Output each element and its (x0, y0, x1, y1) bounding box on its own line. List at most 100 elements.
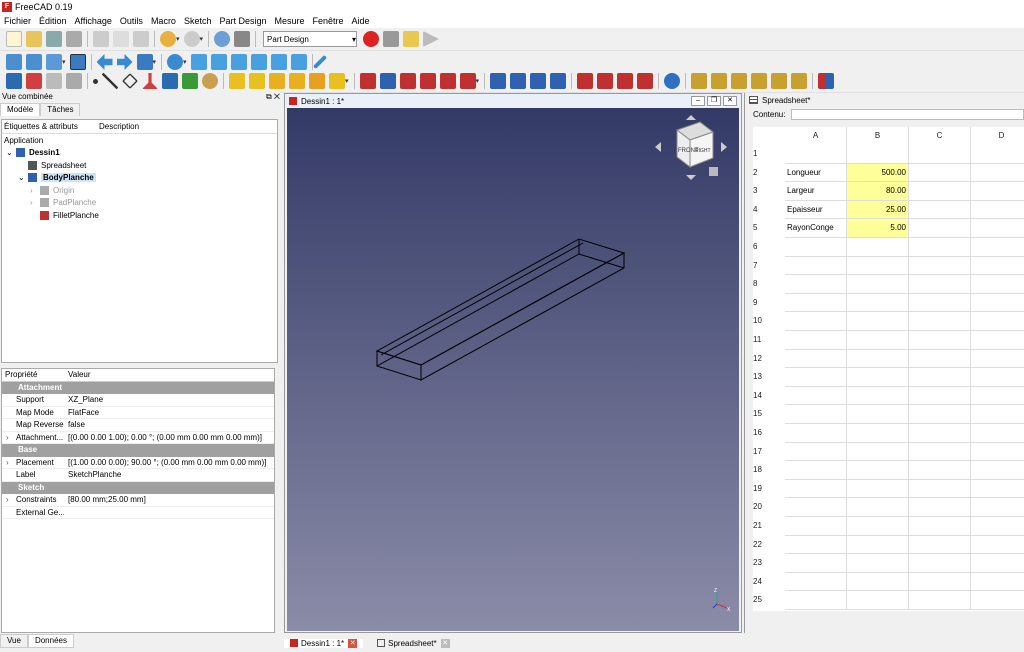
shape-binder-icon[interactable] (162, 73, 178, 89)
spreadsheet-cell[interactable] (971, 480, 1024, 499)
spreadsheet-style-icon[interactable] (791, 73, 808, 89)
panel-float-close-icons[interactable]: ⧉ ✕ (266, 92, 280, 103)
spreadsheet-cell[interactable] (909, 479, 971, 499)
datum-plane-icon[interactable] (122, 73, 138, 89)
property-value[interactable]: [(1.00 0.00 0.00); 90.00 °; (0.00 mm 0.0… (64, 458, 274, 467)
spreadsheet-cell[interactable] (909, 461, 971, 480)
property-value[interactable]: false (64, 420, 274, 429)
menu-item[interactable]: Édition (35, 16, 71, 26)
spreadsheet-cell[interactable] (785, 591, 847, 610)
spreadsheet-cell[interactable] (785, 442, 847, 462)
row-header[interactable]: 24 (753, 573, 763, 592)
spreadsheet-cell[interactable]: Longueur (785, 163, 847, 183)
spreadsheet-cell[interactable] (847, 312, 909, 331)
property-group[interactable]: Attachment (2, 381, 274, 394)
helix-icon[interactable] (309, 73, 325, 89)
forward-arrow-icon[interactable] (116, 54, 133, 70)
spreadsheet-cell[interactable] (971, 368, 1024, 387)
spreadsheet-cell[interactable] (909, 517, 971, 536)
chamfer-icon[interactable] (597, 73, 614, 89)
menu-item[interactable]: Part Design (215, 16, 270, 26)
menu-item[interactable]: Affichage (71, 16, 116, 26)
macro-record-icon[interactable] (363, 31, 380, 47)
spreadsheet-cell[interactable] (971, 201, 1024, 220)
spreadsheet-cell[interactable] (909, 349, 971, 369)
property-value[interactable]: [80.00 mm;25.00 mm] (64, 495, 274, 504)
spreadsheet-cell[interactable] (909, 554, 971, 573)
spreadsheet-merge-icon[interactable] (731, 73, 748, 89)
row-header[interactable]: 16 (753, 424, 763, 443)
boolean-icon[interactable] (664, 73, 681, 89)
spreadsheet-cell[interactable] (847, 517, 909, 536)
fillet-icon[interactable] (577, 73, 594, 89)
property-row[interactable]: › Constraints [80.00 mm;25.00 mm] (2, 494, 274, 507)
spreadsheet-cell[interactable] (847, 368, 909, 387)
spreadsheet-cell[interactable] (971, 554, 1024, 573)
subtractive-primitive-icon[interactable] (459, 73, 476, 89)
menu-item[interactable]: Sketch (180, 16, 216, 26)
spreadsheet-cell[interactable]: 5.00 (847, 219, 909, 238)
row-header[interactable]: 21 (753, 517, 763, 536)
tree-item[interactable]: ⌄ Dessin1 (2, 147, 277, 160)
expand-chevron-icon[interactable]: ⌄ (6, 148, 14, 157)
row-header[interactable]: 10 (753, 312, 763, 331)
spreadsheet-align-icon[interactable] (771, 73, 788, 89)
menu-item[interactable]: Mesure (271, 16, 309, 26)
spreadsheet-cell[interactable] (909, 275, 971, 294)
spreadsheet-cell[interactable] (909, 405, 971, 424)
spreadsheet-cell[interactable] (971, 443, 1024, 462)
spreadsheet-cell[interactable] (909, 424, 971, 443)
spreadsheet-cell[interactable] (971, 145, 1024, 164)
loft-icon[interactable] (269, 73, 285, 89)
spreadsheet-cell[interactable] (909, 219, 971, 238)
tree-item[interactable]: › Origin (2, 184, 277, 197)
macro-stop-icon[interactable] (383, 31, 400, 47)
spreadsheet-cell[interactable] (847, 461, 909, 480)
property-value[interactable]: [(0.00 0.00 1.00); 0.00 °; (0.00 mm 0.00… (64, 433, 274, 442)
column-header[interactable]: C (909, 127, 971, 145)
spreadsheet-cell[interactable] (971, 238, 1024, 257)
column-header[interactable]: A (785, 127, 847, 145)
spreadsheet-cell[interactable] (785, 517, 847, 536)
spreadsheet-cell[interactable]: 80.00 (847, 182, 909, 201)
macro-play-icon[interactable] (423, 31, 440, 47)
spreadsheet-cell[interactable]: Epaisseur (785, 200, 847, 220)
spreadsheet-cell[interactable] (847, 535, 909, 555)
minimize-button[interactable]: – (691, 96, 705, 106)
subtractive-loft-icon[interactable] (419, 73, 436, 89)
draft-icon[interactable] (617, 73, 634, 89)
spreadsheet-cell[interactable] (971, 219, 1024, 238)
column-header[interactable]: B (847, 127, 909, 145)
menu-item[interactable]: Fenêtre (309, 16, 348, 26)
spreadsheet-cell[interactable]: Largeur (785, 182, 847, 201)
spreadsheet-cell[interactable] (909, 182, 971, 201)
spreadsheet-cell[interactable] (909, 256, 971, 276)
copy-icon[interactable] (113, 31, 129, 47)
sync-view-icon[interactable] (136, 54, 153, 70)
expand-chevron-icon[interactable]: ⌄ (18, 173, 26, 182)
spreadsheet-cell[interactable] (847, 554, 909, 573)
row-header[interactable]: 13 (753, 368, 763, 387)
revolution-icon[interactable] (249, 73, 265, 89)
tree-header-description[interactable]: Description (99, 122, 139, 131)
spreadsheet-cell[interactable] (785, 145, 847, 164)
spreadsheet-cell[interactable] (909, 442, 971, 462)
row-header[interactable]: 22 (753, 536, 763, 555)
spreadsheet-cell[interactable] (971, 517, 1024, 536)
check-geometry-icon[interactable] (66, 73, 82, 89)
spreadsheet-grid[interactable]: A B C D 1 2 Longueur 500.00 3 Largeur 80.00 4 Epaiss… (753, 127, 1024, 611)
spreadsheet-cell[interactable] (847, 331, 909, 350)
navigation-cube[interactable]: FRONT RIGHT (645, 112, 735, 192)
pipe-icon[interactable] (289, 73, 305, 89)
spreadsheet-cell[interactable] (847, 275, 909, 294)
spreadsheet-split-icon[interactable] (751, 73, 768, 89)
spreadsheet-cell[interactable] (785, 461, 847, 480)
row-header[interactable]: 3 (753, 182, 763, 201)
spreadsheet-cell[interactable] (909, 591, 971, 610)
open-folder-icon[interactable] (26, 31, 42, 47)
close-button[interactable]: ✕ (723, 96, 737, 106)
spreadsheet-export-icon[interactable] (711, 73, 728, 89)
spreadsheet-cell[interactable] (909, 572, 971, 592)
row-header[interactable]: 4 (753, 201, 763, 220)
spreadsheet-cell[interactable]: RayonConge (785, 219, 847, 238)
